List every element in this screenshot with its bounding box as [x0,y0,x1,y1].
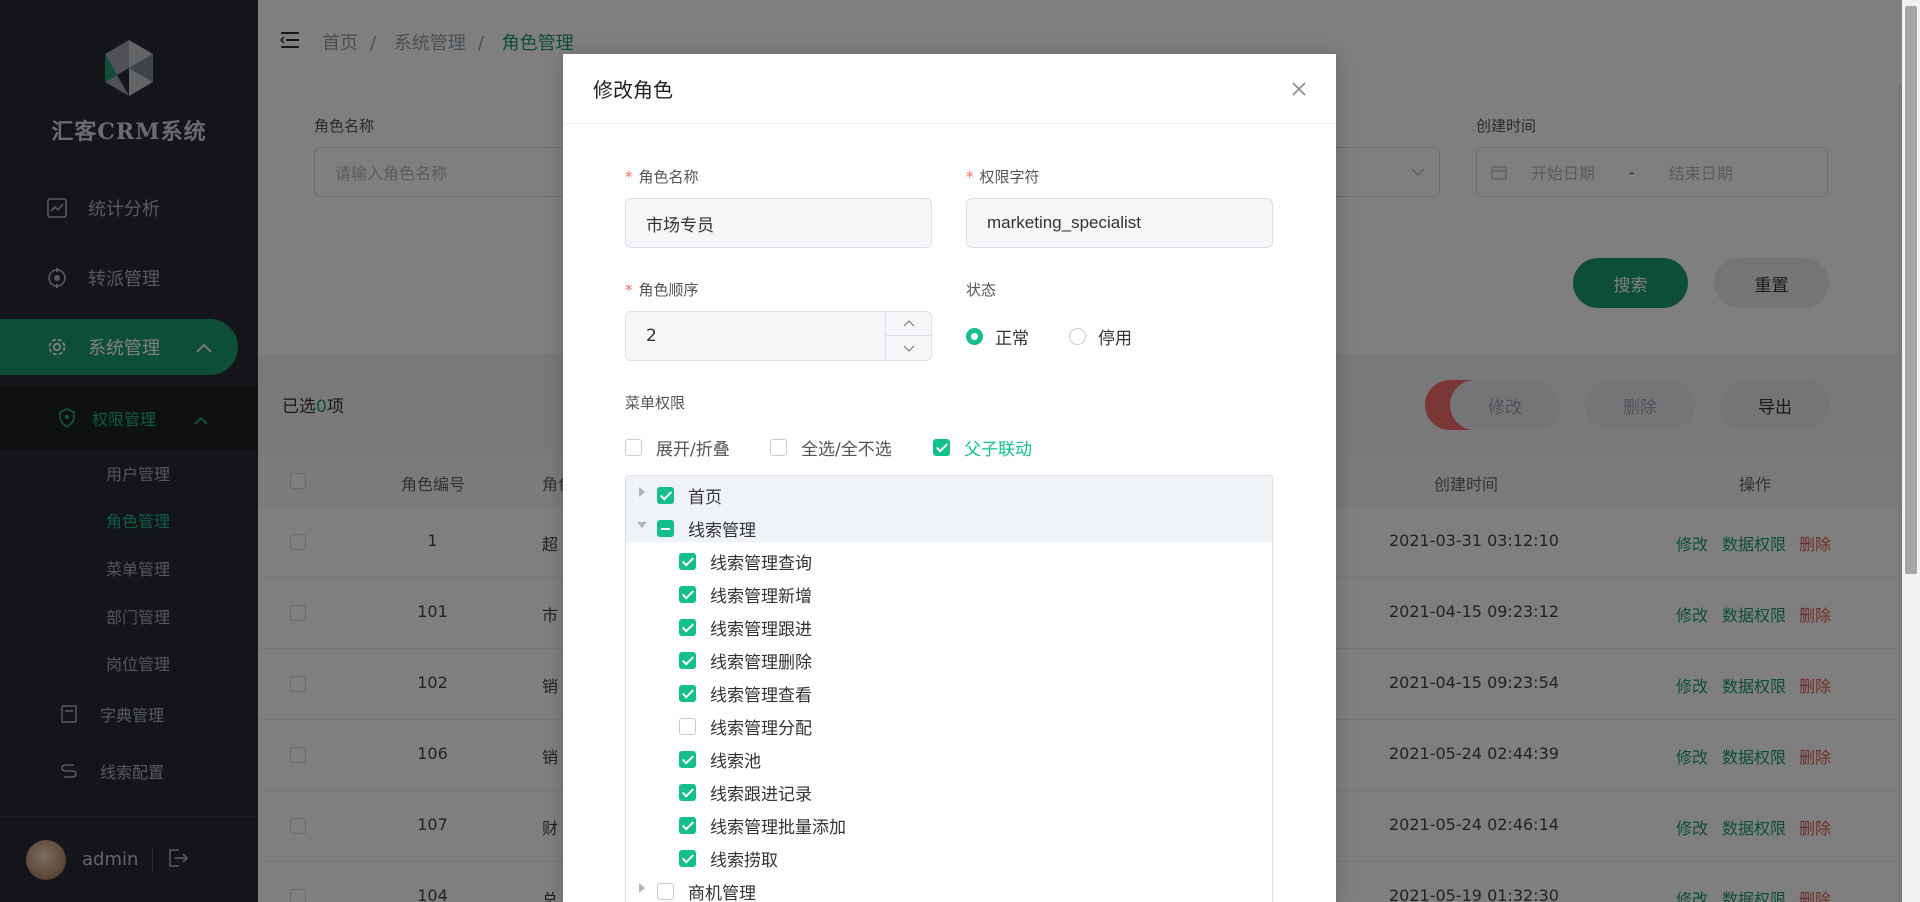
expand-arrow-icon[interactable] [639,883,645,893]
tree-checkbox[interactable] [679,553,696,570]
role-name-field[interactable]: 市场专员 [625,198,932,248]
tree-checkbox[interactable] [657,487,674,504]
chevron-down-icon [903,345,914,352]
tree-checkbox[interactable] [679,850,696,867]
menu-tree: 首页 线索管理 线索管理查询 线索管理新增 线索管理跟进 线索管理删除 线索管理… [625,475,1273,902]
tree-node-home[interactable]: 首页 [626,476,1272,509]
scrollbar-thumb[interactable] [1905,6,1917,574]
dialog-header: 修改角色 [563,54,1336,124]
role-name-label: * 角色名称 [625,168,699,186]
stepper-down-button[interactable] [886,336,931,360]
chevron-up-icon [903,320,914,327]
expand-collapse-checkbox[interactable]: 展开/折叠 [625,435,730,460]
tree-checkbox[interactable] [679,784,696,801]
radio-dot [966,328,983,345]
tree-node-child[interactable]: 线索捞取 [626,839,1272,872]
tree-checkbox[interactable] [657,883,674,900]
tree-checkbox[interactable] [679,718,696,735]
dialog-title: 修改角色 [593,78,673,102]
tree-node-child[interactable]: 线索管理查询 [626,542,1272,575]
tree-node-child[interactable]: 线索池 [626,740,1272,773]
scrollbar[interactable] [1902,0,1920,902]
tree-node-child[interactable]: 线索管理跟进 [626,608,1272,641]
radio-dot [1069,328,1086,345]
tree-node-leads[interactable]: 线索管理 [626,509,1272,542]
tree-checkbox[interactable] [679,685,696,702]
tree-checkbox[interactable] [679,751,696,768]
parent-child-linkage-checkbox[interactable]: 父子联动 [933,435,1032,460]
tree-checkbox[interactable] [657,520,674,537]
collapse-arrow-icon[interactable] [637,522,647,528]
tree-checkbox[interactable] [679,619,696,636]
select-all-checkbox[interactable]: 全选/全不选 [770,435,892,460]
close-icon[interactable] [1288,78,1310,100]
perm-key-field[interactable]: marketing_specialist [966,198,1273,248]
tree-node-child[interactable]: 线索管理新增 [626,575,1272,608]
tree-node-child[interactable]: 线索管理批量添加 [626,806,1272,839]
perm-key-label: * 权限字符 [966,168,1040,186]
tree-node-child[interactable]: 线索跟进记录 [626,773,1272,806]
tree-checkbox[interactable] [679,586,696,603]
status-radio-normal[interactable]: 正常 [966,324,1029,349]
stepper-controls [885,312,931,360]
expand-arrow-icon[interactable] [639,487,645,497]
tree-checkbox[interactable] [679,817,696,834]
order-label: * 角色顺序 [625,281,699,299]
status-radio-disabled[interactable]: 停用 [1069,324,1132,349]
menu-perm-label: 菜单权限 [625,394,686,412]
tree-node-child[interactable]: 线索管理删除 [626,641,1272,674]
tree-node-opportunities[interactable]: 商机管理 [626,872,1272,902]
tree-node-child[interactable]: 线索管理分配 [626,707,1272,740]
order-stepper[interactable]: 2 [625,311,932,361]
order-value: 2 [646,326,657,346]
edit-role-dialog: 修改角色 * 角色名称 市场专员 * 权限字符 marketing_speciali… [563,54,1336,902]
status-label: 状态 [966,281,997,299]
tree-checkbox[interactable] [679,652,696,669]
tree-node-child[interactable]: 线索管理查看 [626,674,1272,707]
stepper-up-button[interactable] [886,312,931,336]
